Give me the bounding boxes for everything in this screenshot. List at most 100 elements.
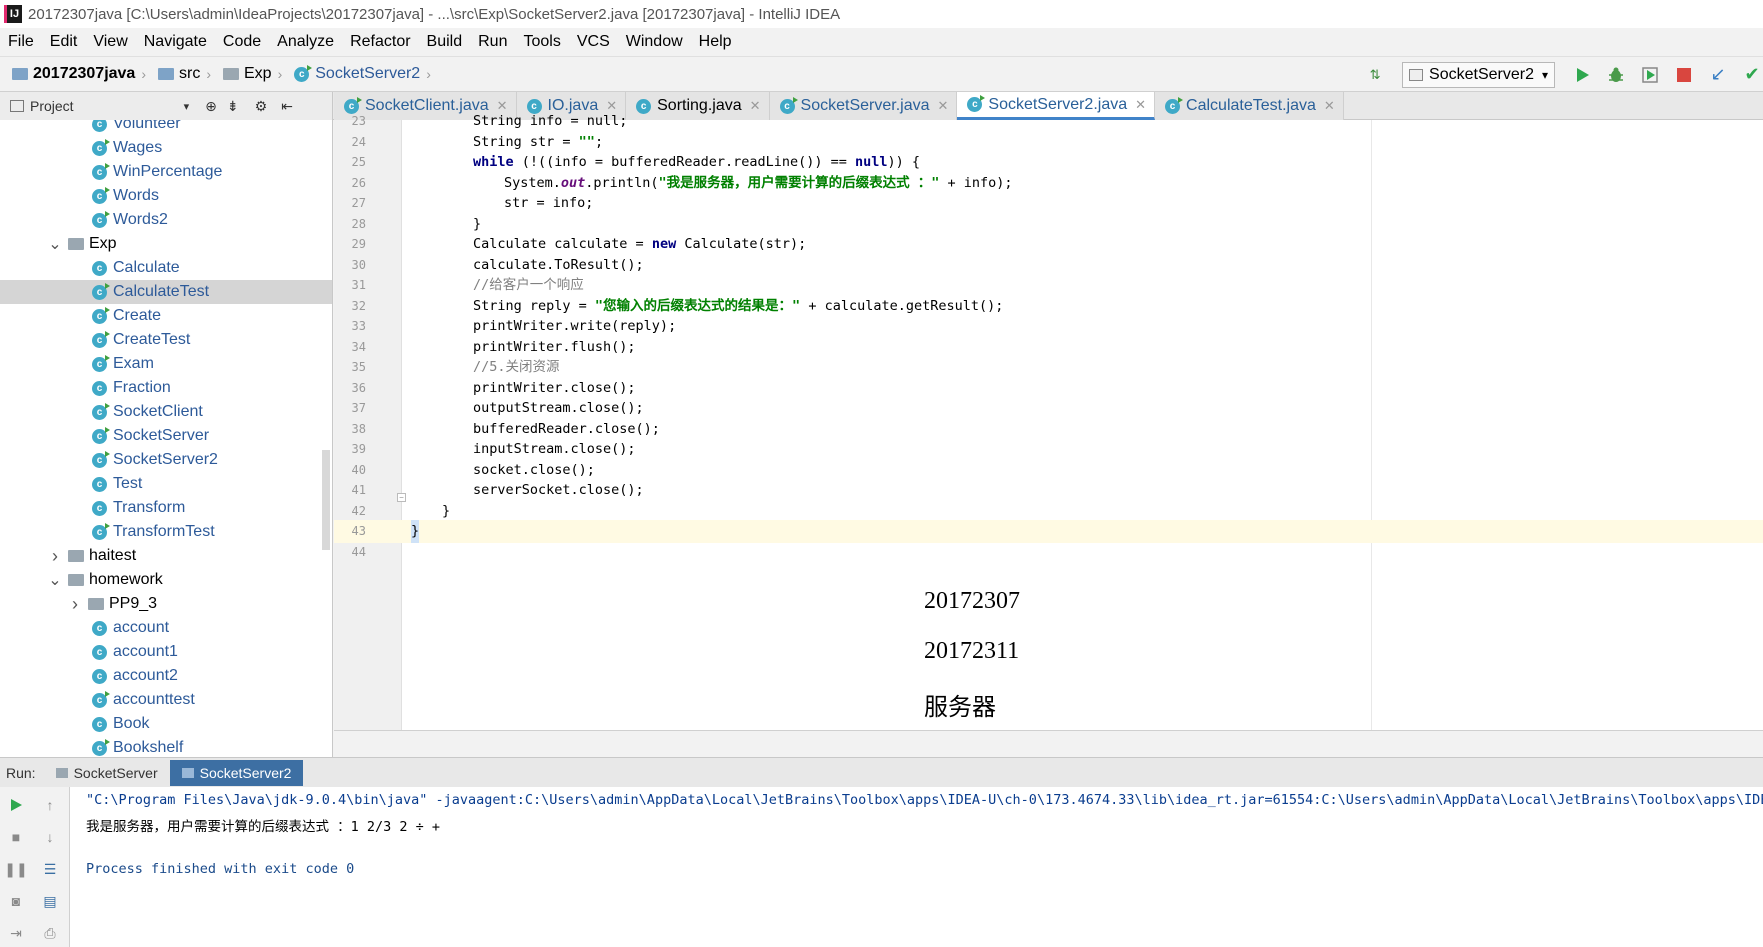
run-configuration-dropdown[interactable]: SocketServer2 ▾	[1402, 61, 1555, 88]
tree-item-label: PP9_3	[109, 595, 158, 612]
camera-icon[interactable]: ◙	[6, 891, 26, 911]
tree-item[interactable]: › haitest	[0, 544, 332, 568]
tree-item[interactable]: c Transform	[0, 496, 332, 520]
tree-item[interactable]: ⌄ Exp	[0, 232, 332, 256]
scroll-to-end-icon[interactable]: ▤	[40, 891, 60, 911]
hide-panel-icon[interactable]: ⇤	[281, 98, 293, 115]
intellij-app-icon: IJ	[4, 5, 22, 23]
run-label: Run:	[6, 764, 36, 781]
tree-item-label: Words2	[113, 211, 168, 228]
breadcrumb-exp[interactable]: Exp ›	[223, 65, 282, 83]
project-tree: c Volunteer c Wages c WinPercentage c Words c Wor…	[0, 120, 333, 757]
print-icon[interactable]: ⎙	[40, 923, 60, 943]
tree-item[interactable]: ⌄ homework	[0, 568, 332, 592]
overlay-text: 20172307	[924, 588, 1020, 614]
project-view-icon[interactable]	[10, 100, 24, 112]
chevron-right-icon[interactable]: ›	[48, 546, 62, 567]
fold-marker-icon[interactable]: −	[397, 493, 406, 502]
tree-item[interactable]: c WinPercentage	[0, 160, 332, 184]
run-console[interactable]: "C:\Program Files\Java\jdk-9.0.4\bin\jav…	[70, 787, 1763, 947]
vcs-commit-icon[interactable]: ✔	[1741, 64, 1763, 86]
rerun-icon[interactable]	[6, 795, 26, 815]
class-icon: c	[92, 476, 107, 492]
tree-item[interactable]: c TransformTest	[0, 520, 332, 544]
tree-item[interactable]: c Volunteer	[0, 120, 332, 136]
chevron-down-icon[interactable]: ▾	[184, 100, 190, 113]
menu-view[interactable]: View	[85, 33, 135, 51]
tree-scrollbar[interactable]	[322, 450, 330, 550]
tree-item[interactable]: c Fraction	[0, 376, 332, 400]
run-with-coverage-icon[interactable]	[1639, 64, 1661, 86]
tree-item[interactable]: c Words	[0, 184, 332, 208]
tree-item[interactable]: c Wages	[0, 136, 332, 160]
stop-icon[interactable]: ■	[6, 827, 26, 847]
code-line: 44	[334, 541, 1763, 564]
menu-analyze[interactable]: Analyze	[269, 33, 342, 51]
menu-vcs[interactable]: VCS	[569, 33, 618, 51]
editor-horizontal-scroll-area	[334, 730, 1763, 757]
breadcrumb-src[interactable]: src ›	[158, 65, 211, 83]
run-tab-socketserver2[interactable]: SocketServer2	[169, 759, 304, 786]
menu-navigate[interactable]: Navigate	[136, 33, 215, 51]
menu-edit[interactable]: Edit	[42, 33, 86, 51]
class-icon: c	[92, 716, 107, 732]
run-tab-socketserver[interactable]: SocketServer	[44, 760, 170, 786]
tree-item[interactable]: c Test	[0, 472, 332, 496]
class-icon: c	[92, 668, 107, 684]
debug-icon[interactable]	[1605, 64, 1627, 86]
menu-tools[interactable]: Tools	[515, 33, 568, 51]
project-folder-icon	[12, 68, 28, 80]
class-icon: c	[92, 120, 107, 132]
tree-item[interactable]: c Words2	[0, 208, 332, 232]
run-icon[interactable]	[1571, 64, 1593, 86]
tree-item-label: CreateTest	[113, 331, 191, 348]
console-line: "C:\Program Files\Java\jdk-9.0.4\bin\jav…	[86, 792, 1763, 808]
tree-item[interactable]: c SocketClient	[0, 400, 332, 424]
tree-item[interactable]: c CalculateTest	[0, 280, 332, 304]
tree-item[interactable]: c SocketServer2	[0, 448, 332, 472]
breadcrumb-project[interactable]: 20172307java ›	[12, 65, 146, 83]
vcs-update-icon[interactable]: ↙	[1707, 64, 1729, 86]
menu-build[interactable]: Build	[419, 33, 471, 51]
tree-item[interactable]: c account2	[0, 664, 332, 688]
tree-item[interactable]: c SocketServer	[0, 424, 332, 448]
soft-wrap-icon[interactable]: ☰	[40, 859, 60, 879]
exit-icon[interactable]: ⇥	[6, 923, 26, 943]
configuration-icon	[1409, 68, 1424, 81]
up-arrow-icon[interactable]: ↑	[40, 795, 60, 815]
menu-file[interactable]: File	[0, 33, 42, 51]
sort-icon[interactable]: ⇅	[1364, 64, 1386, 86]
stop-icon[interactable]	[1673, 64, 1695, 86]
collapse-all-icon[interactable]: ⇟	[227, 98, 239, 115]
menu-run[interactable]: Run	[470, 33, 515, 51]
menu-window[interactable]: Window	[618, 33, 691, 51]
menu-code[interactable]: Code	[215, 33, 269, 51]
tree-item[interactable]: c Create	[0, 304, 332, 328]
down-arrow-icon[interactable]: ↓	[40, 827, 60, 847]
tree-item[interactable]: c account1	[0, 640, 332, 664]
tree-item-label: Volunteer	[113, 120, 181, 132]
pause-icon[interactable]: ❚❚	[4, 859, 27, 879]
tree-item[interactable]: c account	[0, 616, 332, 640]
breadcrumb-socketserver2[interactable]: c SocketServer2 ›	[294, 64, 431, 83]
tree-item[interactable]: c Calculate	[0, 256, 332, 280]
gear-icon[interactable]: ⚙	[255, 98, 268, 115]
tree-item[interactable]: c Book	[0, 712, 332, 736]
menu-help[interactable]: Help	[691, 33, 740, 51]
scroll-from-source-icon[interactable]: ⊕	[205, 98, 217, 115]
tree-item[interactable]: c Bookshelf	[0, 736, 332, 757]
class-icon: c	[92, 426, 110, 444]
tree-item-label: SocketClient	[113, 403, 203, 420]
chevron-right-icon[interactable]: ›	[68, 594, 82, 615]
chevron-down-icon[interactable]: ⌄	[48, 570, 62, 590]
tree-item[interactable]: › PP9_3	[0, 592, 332, 616]
class-icon: c	[92, 138, 110, 156]
menu-refactor[interactable]: Refactor	[342, 33, 418, 51]
tree-item-label: account1	[113, 643, 178, 660]
package-folder-icon	[68, 574, 84, 586]
tree-item[interactable]: c accounttest	[0, 688, 332, 712]
tree-item[interactable]: c Exam	[0, 352, 332, 376]
tree-item[interactable]: c CreateTest	[0, 328, 332, 352]
code-editor[interactable]: 23 String info = null; 24 String str = ""; 2…	[334, 113, 1763, 730]
chevron-down-icon[interactable]: ⌄	[48, 234, 62, 254]
